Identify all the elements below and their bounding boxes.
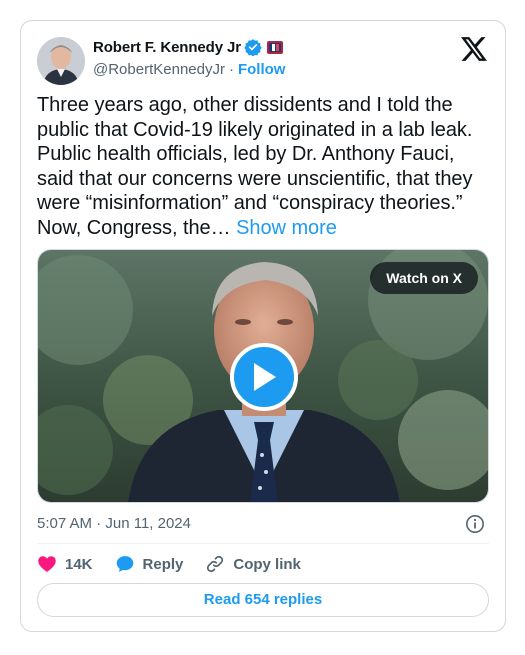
x-logo-icon[interactable] [461, 37, 487, 61]
like-count: 14K [65, 555, 93, 573]
author-name-row: Robert F. Kennedy Jr [93, 38, 284, 56]
divider [37, 543, 489, 544]
reply-label: Reply [142, 555, 184, 573]
info-icon[interactable] [465, 514, 485, 534]
avatar-image [37, 37, 85, 85]
author-handle-row: @RobertKennedyJr · Follow [93, 61, 285, 78]
copy-link-label: Copy link [233, 555, 301, 573]
action-bar: 14K Reply Copy link [37, 551, 323, 577]
verified-badge-icon [244, 39, 262, 56]
link-icon [207, 555, 224, 573]
tweet-text: Three years ago, other dissidents and I … [37, 93, 493, 240]
play-button[interactable] [230, 343, 298, 411]
tweet-meta: 5:07 AM · Jun 11, 2024 [37, 513, 493, 535]
video-player[interactable]: Watch on X [37, 249, 489, 503]
copy-link-button[interactable]: Copy link [205, 554, 301, 574]
play-icon [254, 363, 276, 391]
reply-button[interactable]: Reply [115, 554, 184, 574]
separator-dot: · [228, 61, 234, 78]
reply-bubble-icon [116, 556, 133, 572]
flag-icon [267, 40, 284, 54]
watch-on-x-button[interactable]: Watch on X [370, 262, 478, 294]
like-button[interactable]: 14K [37, 554, 93, 574]
timestamp[interactable]: 5:07 AM · Jun 11, 2024 [37, 515, 191, 532]
avatar[interactable] [37, 37, 85, 85]
author-name[interactable]: Robert F. Kennedy Jr [93, 39, 241, 56]
heart-icon [38, 556, 56, 572]
tweet-card: Robert F. Kennedy Jr @RobertKennedyJr · … [20, 20, 506, 632]
follow-button[interactable]: Follow [238, 61, 286, 78]
author-handle[interactable]: @RobertKennedyJr [93, 61, 225, 78]
show-more-link[interactable]: Show more [236, 217, 337, 239]
tweet-header: Robert F. Kennedy Jr @RobertKennedyJr · … [37, 37, 489, 85]
read-replies-button[interactable]: Read 654 replies [37, 583, 489, 617]
